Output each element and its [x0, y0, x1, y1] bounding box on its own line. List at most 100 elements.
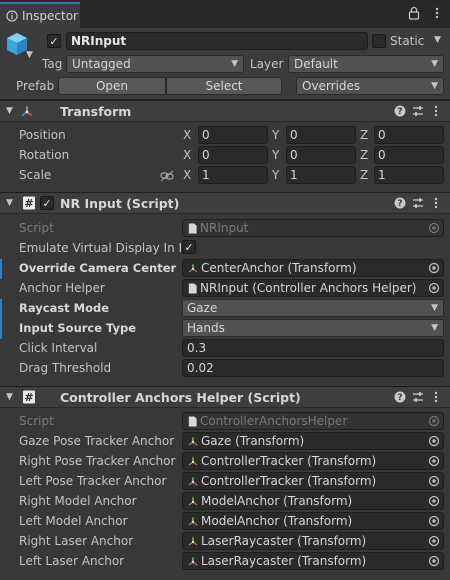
object-picker-icon[interactable]	[428, 495, 440, 507]
input-source-dropdown[interactable]: Hands ▼	[182, 319, 444, 337]
anchor-row-field[interactable]: ModelAnchor (Transform)	[182, 512, 444, 530]
static-dropdown-icon[interactable]: ▼	[434, 35, 441, 45]
input-source-value: Hands	[187, 321, 225, 335]
transform-header[interactable]: ▼ Transform	[0, 100, 450, 122]
rotation-y-axis: Y	[272, 148, 280, 162]
anchors-helper-header[interactable]: ▼ Controller Anchors Helper (Script)	[0, 386, 450, 408]
lock-icon[interactable]	[408, 6, 420, 20]
scale-y-field[interactable]: 1	[286, 166, 356, 184]
anchor-row-value: LaserRaycaster (Transform)	[201, 534, 367, 548]
anchor-row-field[interactable]: LaserRaycaster (Transform)	[182, 532, 444, 550]
help-icon[interactable]	[394, 391, 406, 403]
script-field: NRInput	[182, 219, 444, 237]
transform-axes-icon	[187, 263, 199, 275]
foldout-icon[interactable]: ▼	[6, 392, 13, 402]
rotation-x-axis: X	[183, 148, 192, 162]
anchor-row-field[interactable]: ModelAnchor (Transform)	[182, 492, 444, 510]
position-x-field[interactable]: 0	[198, 126, 268, 144]
chevron-down-icon[interactable]: ▼	[26, 50, 33, 60]
prefab-select-button[interactable]: Select	[166, 77, 282, 95]
anchor-row-value: LaserRaycaster (Transform)	[201, 554, 367, 568]
transform-axes-icon	[20, 105, 34, 119]
object-picker-icon[interactable]	[428, 455, 440, 467]
cube-icon[interactable]	[6, 32, 28, 56]
object-header: ▼ ✓ NRInput ✓ Static ▼ Tag Untagged ▼ La…	[0, 28, 450, 100]
scale-x-field[interactable]: 1	[198, 166, 268, 184]
emulate-display-checkbox[interactable]: ✓	[182, 240, 196, 254]
input-source-label: Input Source Type	[19, 321, 137, 335]
script-file-icon	[187, 223, 198, 234]
position-y-field[interactable]: 0	[286, 126, 356, 144]
position-y-axis: Y	[272, 128, 280, 142]
rotation-z-field[interactable]: 0	[374, 146, 444, 164]
emulate-display-label: Emulate Virtual Display In E	[19, 241, 181, 255]
anchor-row-field[interactable]: Gaze (Transform)	[182, 432, 444, 450]
script-icon	[22, 196, 36, 210]
help-icon[interactable]	[394, 197, 406, 209]
position-z-field[interactable]: 0	[374, 126, 444, 144]
anchor-row-value: ModelAnchor (Transform)	[201, 514, 353, 528]
layer-dropdown[interactable]: Default ▼	[288, 55, 444, 73]
object-name-field[interactable]: NRInput	[66, 32, 368, 50]
position-label: Position	[19, 128, 66, 142]
drag-threshold-field[interactable]: 0.02	[182, 359, 444, 377]
object-picker-icon[interactable]	[428, 475, 440, 487]
transform-axes-icon	[187, 556, 199, 568]
more-icon[interactable]	[430, 391, 442, 403]
foldout-icon[interactable]: ▼	[6, 106, 13, 116]
object-picker-icon[interactable]	[428, 262, 440, 274]
script-label: Script	[19, 221, 54, 235]
override-marker	[0, 319, 2, 339]
object-picker-icon[interactable]	[428, 282, 440, 294]
nr-input-header[interactable]: ▼ ✓ NR Input (Script)	[0, 192, 450, 214]
scale-z-field[interactable]: 1	[374, 166, 444, 184]
preset-icon[interactable]	[412, 105, 424, 117]
rotation-x-field[interactable]: 0	[198, 146, 268, 164]
help-icon[interactable]	[394, 105, 406, 117]
prefab-overrides-dropdown[interactable]: Overrides ▼	[296, 77, 444, 95]
prefab-open-button[interactable]: Open	[58, 77, 166, 95]
nr-input-enabled-checkbox[interactable]: ✓	[40, 196, 54, 210]
object-picker-icon[interactable]	[428, 435, 440, 447]
anchor-row-value: ControllerTracker (Transform)	[201, 454, 377, 468]
link-icon[interactable]	[160, 170, 174, 182]
object-picker-icon[interactable]	[428, 535, 440, 547]
anchor-helper-field[interactable]: NRInput (Controller Anchors Helper)	[182, 279, 444, 297]
anchor-row-label: Left Model Anchor	[19, 514, 128, 528]
anchor-row-field[interactable]: ControllerTracker (Transform)	[182, 472, 444, 490]
anchor-row-value: ControllerTracker (Transform)	[201, 474, 377, 488]
script-file-icon	[187, 416, 198, 427]
more-icon[interactable]	[430, 105, 442, 117]
tag-dropdown[interactable]: Untagged ▼	[66, 55, 244, 73]
override-camera-field[interactable]: CenterAnchor (Transform)	[182, 259, 444, 277]
anchor-row-label: Right Pose Tracker Anchor	[19, 454, 176, 468]
raycast-mode-dropdown[interactable]: Gaze ▼	[182, 299, 444, 317]
anchor-row-field[interactable]: LaserRaycaster (Transform)	[182, 552, 444, 570]
script-value: NRInput	[200, 221, 249, 235]
anchors-helper-title: Controller Anchors Helper (Script)	[60, 390, 301, 405]
preset-icon[interactable]	[412, 391, 424, 403]
active-checkbox[interactable]: ✓	[47, 34, 61, 48]
anchor-helper-label: Anchor Helper	[19, 281, 105, 295]
object-picker-icon[interactable]	[428, 515, 440, 527]
static-checkbox[interactable]: ✓	[372, 34, 386, 48]
anchor-row-field[interactable]: ControllerTracker (Transform)	[182, 452, 444, 470]
helper-script-label: Script	[19, 414, 54, 428]
tab-bar: Inspector	[0, 0, 450, 28]
chevron-down-icon: ▼	[231, 59, 238, 69]
object-picker-icon[interactable]	[428, 555, 440, 567]
preset-icon[interactable]	[412, 197, 424, 209]
override-marker	[0, 259, 2, 279]
rotation-y-field[interactable]: 0	[286, 146, 356, 164]
rotation-label: Rotation	[19, 148, 70, 162]
foldout-icon[interactable]: ▼	[6, 198, 13, 208]
transform-axes-icon	[187, 536, 199, 548]
transform-title: Transform	[60, 104, 132, 119]
menu-icon[interactable]	[434, 6, 440, 20]
click-interval-field[interactable]: 0.3	[182, 339, 444, 357]
transform-axes-icon	[187, 476, 199, 488]
chevron-down-icon: ▼	[431, 303, 438, 313]
script-file-icon	[187, 283, 198, 294]
tab-inspector[interactable]: Inspector	[0, 2, 80, 28]
more-icon[interactable]	[430, 197, 442, 209]
